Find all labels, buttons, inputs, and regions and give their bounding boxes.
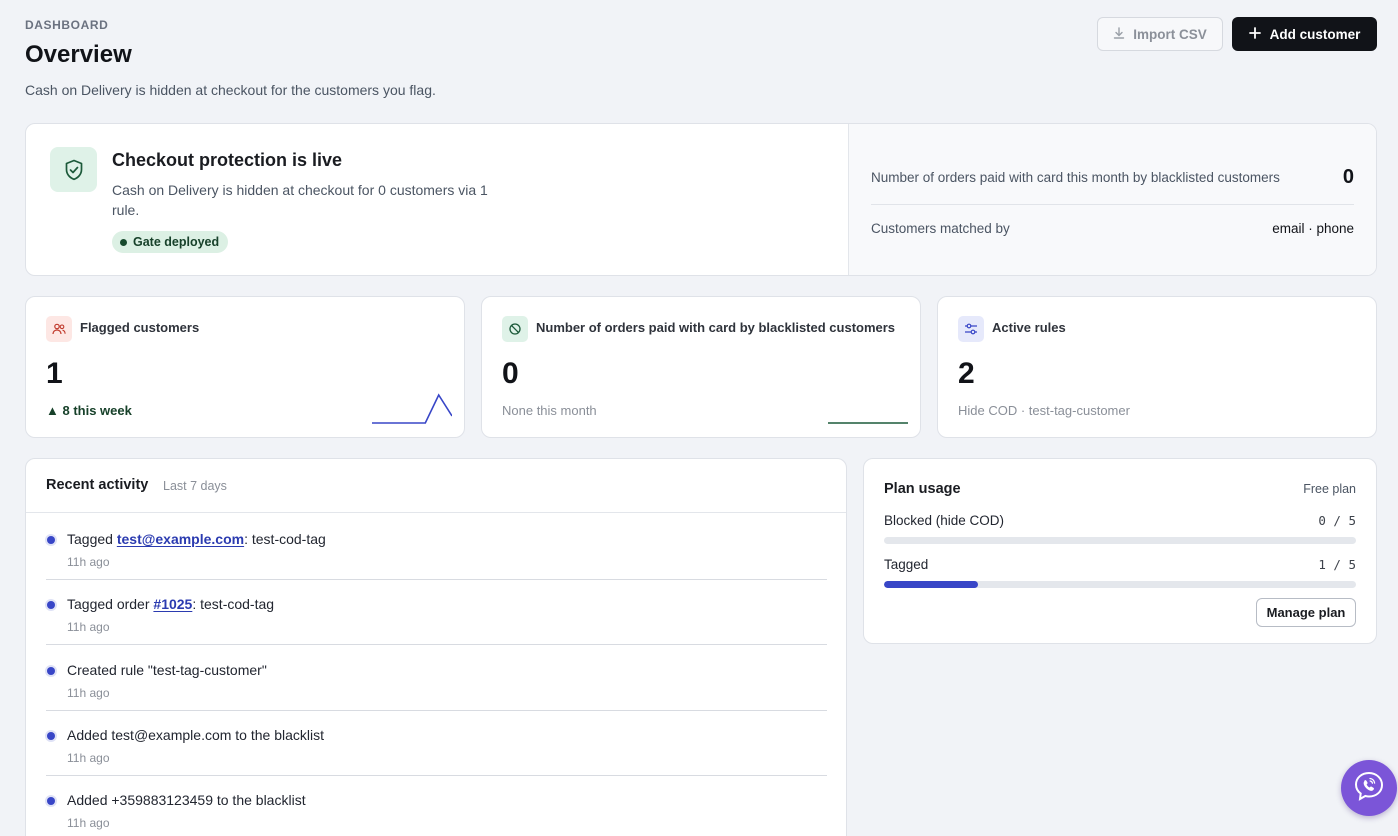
activity-dot-icon bbox=[47, 536, 55, 544]
matched-by-value: email · phone bbox=[1272, 220, 1354, 236]
plan-title: Plan usage bbox=[884, 481, 961, 497]
page-title: Overview bbox=[25, 41, 132, 68]
activity-dot-icon bbox=[47, 732, 55, 740]
sparkline-path bbox=[372, 393, 452, 424]
stat-label: Active rules bbox=[992, 320, 1066, 335]
activity-time: 11h ago bbox=[67, 816, 110, 830]
activity-suffix: : test-cod-tag bbox=[192, 596, 275, 612]
download-icon bbox=[1113, 26, 1125, 42]
users-icon bbox=[46, 316, 72, 342]
activity-item: Tagged order #1025: test-cod-tag 11h ago bbox=[46, 580, 827, 645]
stat-card-active-rules: Active rules 2 Hide COD · test-tag-custo… bbox=[937, 296, 1377, 438]
sparkline bbox=[828, 422, 908, 424]
chat-launcher-button[interactable] bbox=[1341, 760, 1397, 816]
stat-sub: None this month bbox=[502, 403, 597, 418]
activity-dot-icon bbox=[47, 797, 55, 805]
usage-bar bbox=[884, 537, 1356, 544]
sparkline bbox=[372, 393, 452, 424]
activity-dot-icon bbox=[47, 601, 55, 609]
activity-time: 11h ago bbox=[67, 686, 110, 700]
plus-icon bbox=[1248, 26, 1261, 42]
divider bbox=[871, 204, 1354, 205]
activity-time: 11h ago bbox=[67, 751, 110, 765]
activity-prefix: Tagged order bbox=[67, 596, 154, 612]
activity-suffix: : test-cod-tag bbox=[244, 531, 326, 547]
card-orders-label: Number of orders paid with card this mon… bbox=[871, 169, 1280, 185]
stat-sub: Hide COD · test-tag-customer bbox=[958, 403, 1130, 418]
stat-value: 0 bbox=[502, 357, 519, 390]
activity-title: Recent activity bbox=[46, 477, 149, 493]
matched-by-row: Customers matched by email · phone bbox=[871, 218, 1354, 238]
activity-item: Added +359883123459 to the blacklist 11h… bbox=[46, 776, 827, 836]
page-subtitle: Cash on Delivery is hidden at checkout f… bbox=[25, 82, 436, 98]
stat-card-card-orders: Number of orders paid with card by black… bbox=[481, 296, 921, 438]
add-customer-button[interactable]: Add customer bbox=[1232, 17, 1377, 51]
activity-text: Tagged test@example.com: test-cod-tag bbox=[67, 531, 326, 547]
activity-text: Added +359883123459 to the blacklist bbox=[67, 792, 306, 808]
usage-label: Tagged bbox=[884, 557, 929, 572]
usage-row-tagged: Tagged 1 / 5 bbox=[884, 557, 1356, 577]
activity-range: Last 7 days bbox=[163, 479, 227, 493]
protection-metrics: Number of orders paid with card this mon… bbox=[848, 124, 1376, 275]
usage-bar-fill bbox=[884, 581, 979, 588]
activity-item: Created rule "test-tag-customer" 11h ago bbox=[46, 646, 827, 711]
gate-status-badge: Gate deployed bbox=[112, 231, 229, 253]
protection-description: Cash on Delivery is hidden at checkout f… bbox=[112, 182, 488, 218]
usage-row-blocked: Blocked (hide COD) 0 / 5 bbox=[884, 513, 1356, 533]
protection-summary: Checkout protection is live Cash on Deli… bbox=[26, 124, 848, 275]
activity-time: 11h ago bbox=[67, 555, 110, 569]
plan-usage-card: Plan usage Free plan Blocked (hide COD) … bbox=[863, 458, 1377, 644]
ban-icon bbox=[502, 316, 528, 342]
shield-check-icon bbox=[50, 147, 97, 192]
stat-value: 1 bbox=[46, 357, 63, 390]
usage-count: 0 / 5 bbox=[1318, 513, 1356, 528]
activity-time: 11h ago bbox=[67, 620, 110, 634]
sliders-icon bbox=[958, 316, 984, 342]
usage-label: Blocked (hide COD) bbox=[884, 513, 1005, 528]
activity-dot-icon bbox=[47, 667, 55, 675]
manage-plan-button[interactable]: Manage plan bbox=[1256, 598, 1356, 627]
plan-tier: Free plan bbox=[1303, 482, 1356, 496]
status-dot-icon bbox=[120, 238, 127, 246]
activity-item: Tagged test@example.com: test-cod-tag 11… bbox=[46, 515, 827, 580]
usage-bar bbox=[884, 581, 1356, 588]
activity-prefix: Tagged bbox=[67, 531, 117, 547]
card-orders-value: 0 bbox=[1342, 165, 1354, 188]
activity-item: Added test@example.com to the blacklist … bbox=[46, 711, 827, 776]
activity-text: Tagged order #1025: test-cod-tag bbox=[67, 596, 274, 612]
activity-header: Recent activity Last 7 days bbox=[26, 459, 846, 513]
protection-title: Checkout protection is live bbox=[112, 150, 343, 170]
customer-email-link[interactable]: test@example.com bbox=[117, 531, 244, 547]
matched-by-label: Customers matched by bbox=[871, 220, 1010, 236]
import-csv-label: Import CSV bbox=[1133, 26, 1207, 42]
card-orders-row: Number of orders paid with card this mon… bbox=[871, 163, 1354, 191]
page-eyebrow: DASHBOARD bbox=[25, 18, 109, 32]
order-link[interactable]: #1025 bbox=[153, 596, 192, 612]
phone-chat-icon bbox=[1352, 769, 1386, 808]
stat-trend: ▲ 8 this week bbox=[46, 403, 132, 418]
protection-status-card: Checkout protection is live Cash on Deli… bbox=[25, 123, 1377, 276]
stat-card-flagged-customers: Flagged customers 1 ▲ 8 this week bbox=[25, 296, 465, 438]
stat-label: Number of orders paid with card by black… bbox=[536, 320, 896, 335]
import-csv-button[interactable]: Import CSV bbox=[1097, 17, 1223, 51]
stat-value: 2 bbox=[958, 357, 975, 390]
gate-status-label: Gate deployed bbox=[133, 235, 220, 249]
stat-label: Flagged customers bbox=[80, 320, 200, 335]
recent-activity-card: Recent activity Last 7 days Tagged test@… bbox=[25, 458, 847, 836]
add-customer-label: Add customer bbox=[1269, 26, 1361, 42]
activity-text: Created rule "test-tag-customer" bbox=[67, 662, 267, 678]
activity-text: Added test@example.com to the blacklist bbox=[67, 727, 325, 743]
usage-count: 1 / 5 bbox=[1318, 557, 1356, 572]
